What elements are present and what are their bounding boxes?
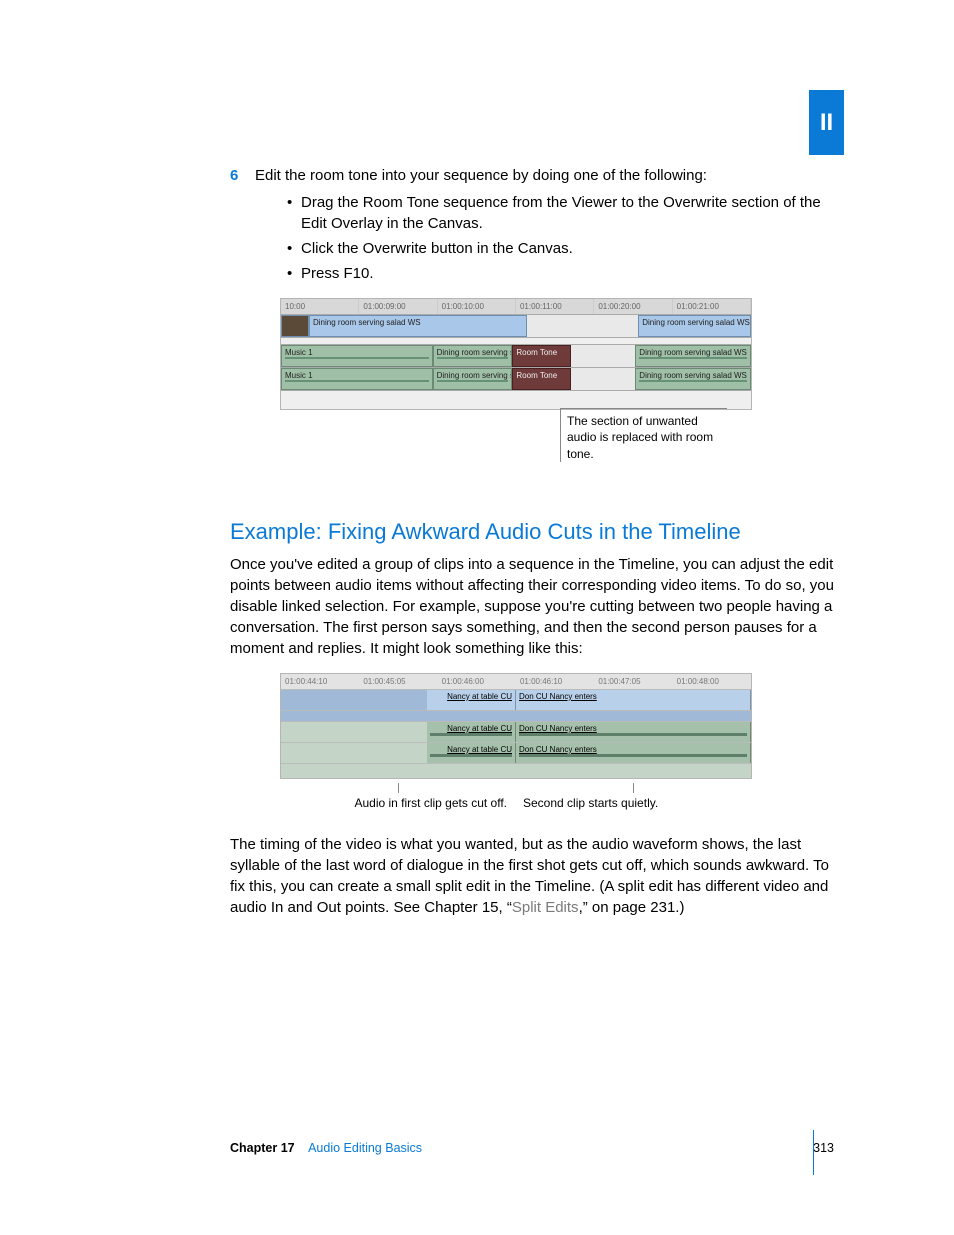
callout-left: Audio in first clip gets cut off. [280,783,515,812]
audio-clip: Dining room serving salad WS [433,368,513,390]
callout-right: Second clip starts quietly. [515,783,750,812]
page-body: 6 Edit the room tone into your sequence … [230,165,834,918]
step-bullets: Drag the Room Tone sequence from the Vie… [287,192,834,284]
timeline-2: 01:00:44:10 01:00:45:05 01:00:46:00 01:0… [280,673,752,779]
part-tab: II [809,90,844,155]
video-clip: Don CU Nancy enters [516,690,751,710]
audio-clip: Dining room serving salad WS [433,345,513,367]
step-6: 6 Edit the room tone into your sequence … [230,165,834,284]
video-blank [281,690,427,710]
audio-clip: Nancy at table CU [427,743,516,763]
audio-track-1: Nancy at table CU Don CU Nancy enters [281,722,751,743]
footer-left: Chapter 17 Audio Editing Basics [230,1140,422,1158]
step-bullet: Drag the Room Tone sequence from the Vie… [287,192,834,234]
figure-split-edit: 01:00:44:10 01:00:45:05 01:00:46:00 01:0… [280,673,834,812]
footer-chapter-label: Chapter 17 [230,1141,295,1155]
timeline-1: 10:00 01:00:09:00 01:00:10:00 01:00:11:0… [280,298,752,410]
ruler-tick: 01:00:48:00 [673,674,751,689]
audio-clip: Don CU Nancy enters [516,722,751,742]
video-track: Nancy at table CU Don CU Nancy enters [281,690,751,711]
video-clip: Nancy at table CU [427,690,516,710]
audio-clip: Don CU Nancy enters [516,743,751,763]
audio-gap [571,345,636,367]
footer-chapter-title: Audio Editing Basics [308,1141,422,1155]
body-paragraph: Once you've edited a group of clips into… [230,554,834,659]
ruler-tick: 10:00 [281,299,359,314]
audio-blank [281,743,427,763]
timeline-1-ruler: 10:00 01:00:09:00 01:00:10:00 01:00:11:0… [281,299,751,315]
audio-track-1: Music 1 Dining room serving salad WS Roo… [281,345,751,368]
audio-track-2: Nancy at table CU Don CU Nancy enters [281,743,751,764]
text-run: ,” on page 231.) [579,899,685,916]
track-spacer [281,764,751,778]
step-bullet: Click the Overwrite button in the Canvas… [287,238,834,259]
step-text: Edit the room tone into your sequence by… [255,165,834,186]
ruler-tick: 01:00:46:00 [438,674,516,689]
audio-clip-music: Music 1 [281,345,433,367]
section-heading: Example: Fixing Awkward Audio Cuts in th… [230,517,834,548]
footer-page-number: 313 [813,1140,834,1158]
xref-split-edits[interactable]: Split Edits [512,899,579,916]
video-track: Dining room serving salad WS Dining room… [281,315,751,338]
video-clip: Dining room serving salad WS [638,315,751,337]
audio-gap [571,368,636,390]
step-bullet: Press F10. [287,263,834,284]
timeline-2-ruler: 01:00:44:10 01:00:45:05 01:00:46:00 01:0… [281,674,751,690]
audio-track-2: Music 1 Dining room serving salad WS Roo… [281,368,751,391]
audio-blank [281,764,751,778]
figure-callouts: Audio in first clip gets cut off. Second… [280,783,750,812]
track-spacer [281,338,751,345]
ruler-tick: 01:00:47:05 [594,674,672,689]
ruler-tick: 01:00:45:05 [359,674,437,689]
audio-blank [281,722,427,742]
room-tone-clip: Room Tone [512,368,570,390]
ruler-tick: 01:00:46:10 [516,674,594,689]
body-paragraph: The timing of the video is what you want… [230,834,834,918]
audio-clip: Dining room serving salad WS [635,345,751,367]
audio-clip: Dining room serving salad WS [635,368,751,390]
video-blank [281,711,751,721]
video-thumb [281,315,309,337]
figure-caption: The section of unwanted audio is replace… [560,408,727,462]
ruler-tick: 01:00:20:00 [594,299,672,314]
body-1: Once you've edited a group of clips into… [230,554,834,659]
ruler-tick: 01:00:11:00 [516,299,594,314]
video-spacer [281,711,751,722]
video-clip: Dining room serving salad WS [309,315,527,337]
page-footer: Chapter 17 Audio Editing Basics 313 [230,1140,834,1158]
ruler-tick: 01:00:09:00 [359,299,437,314]
step-number: 6 [230,165,238,186]
ruler-tick: 01:00:44:10 [281,674,359,689]
ruler-tick: 01:00:21:00 [673,299,751,314]
ruler-tick: 01:00:10:00 [438,299,516,314]
audio-clip-music: Music 1 [281,368,433,390]
video-gap [527,315,639,337]
audio-clip: Nancy at table CU [427,722,516,742]
room-tone-clip: Room Tone [512,345,570,367]
track-spacer [281,391,751,409]
figure-room-tone: 10:00 01:00:09:00 01:00:10:00 01:00:11:0… [280,298,834,462]
